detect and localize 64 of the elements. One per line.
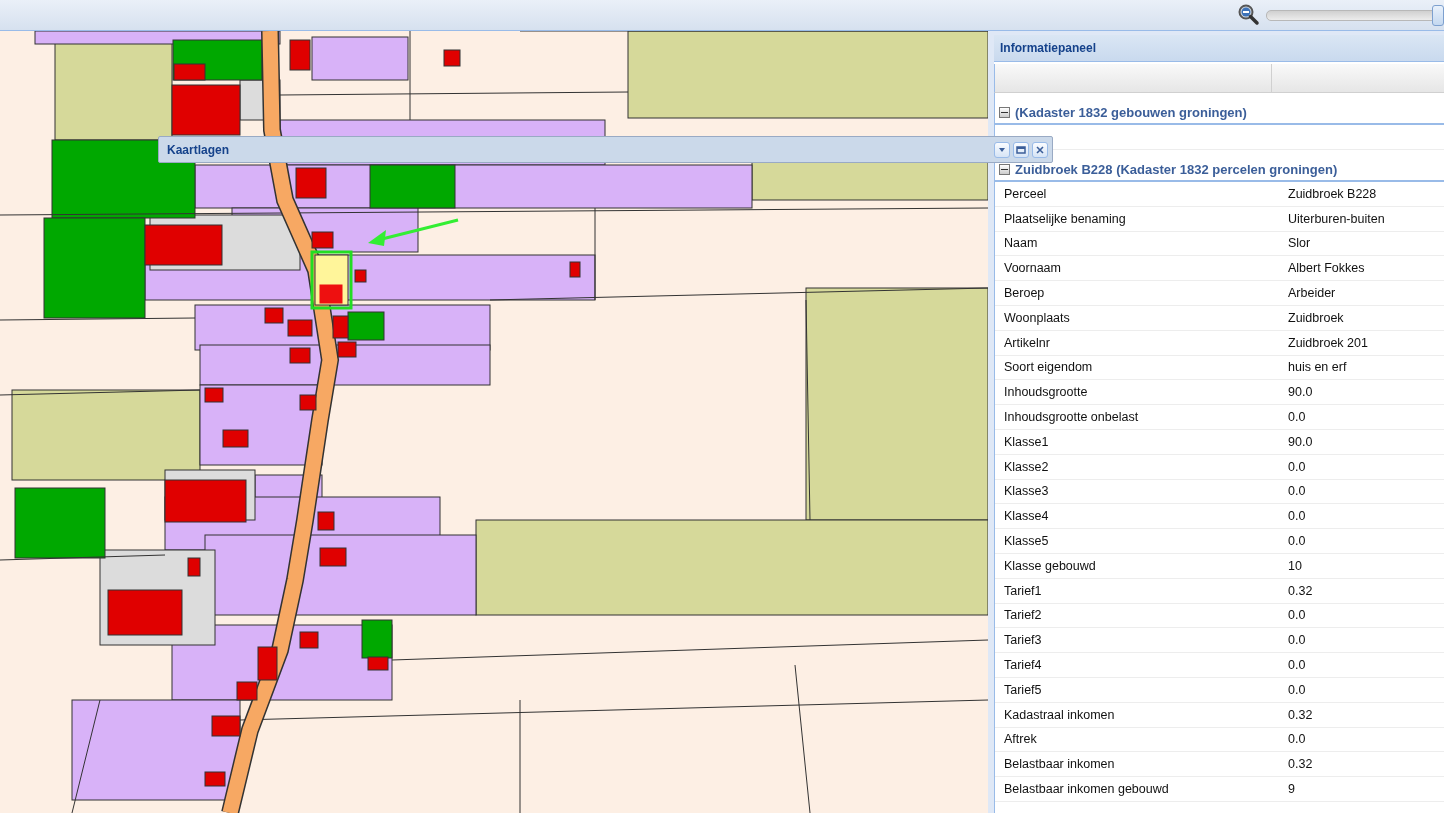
field-value: 0.0 [1287,459,1306,474]
field-label: Tarief1 [1003,583,1043,598]
field-value: 0.0 [1287,484,1306,499]
field-value: Uiterburen-buiten [1287,211,1385,226]
field-value: 0.0 [1287,633,1306,648]
field-label: Klasse2 [1003,459,1050,474]
maximize-icon [1016,144,1026,155]
field-value: 9 [1287,782,1295,796]
field-value: 0.0 [1287,732,1306,747]
group-title: (Kadaster 1832 gebouwen groningen) [1015,104,1247,120]
close-button[interactable] [1032,141,1048,158]
collapse-icon[interactable] [999,163,1010,175]
field-value: huis en erf [1287,360,1347,375]
field-label: Belastbaar inkomen [1003,757,1116,772]
window-title: Kaartlagen [167,142,231,157]
field-label: Plaatselijke benaming [1003,211,1127,226]
field-label: Tarief2 [1003,608,1043,623]
field-value: 0.32 [1287,583,1313,598]
field-label: Beroep [1003,286,1046,301]
field-value: 0.0 [1287,410,1306,425]
field-label: Klasse1 [1003,434,1050,449]
field-value: Arbeider [1287,286,1336,301]
field-value: Zuidbroek 201 [1287,335,1368,350]
field-label: Inhoudsgrootte onbelast [1003,410,1140,425]
slider-thumb[interactable] [1432,4,1444,26]
field-value: 0.32 [1287,757,1313,772]
field-value: 90.0 [1287,434,1313,449]
field-value: 0.32 [1287,707,1313,722]
field-value: Slor [1287,236,1311,251]
field-label: Naam [1003,236,1039,251]
panel-title: Informatiepaneel [994,35,1444,62]
field-label: Tarief3 [1003,633,1043,648]
field-label: Tarief5 [1003,682,1043,697]
field-value: Zuidbroek B228 [1287,186,1377,201]
field-label: Perceel [1003,186,1048,201]
field-label: Klasse4 [1003,509,1050,524]
zoom-slider[interactable] [1266,4,1444,26]
field-label: Klasse3 [1003,484,1050,499]
field-label: Woonplaats [1003,310,1071,325]
field-value: 0.0 [1287,534,1306,549]
field-label: Inhoudsgrootte [1003,385,1089,400]
close-icon [1035,144,1045,155]
field-label: Tarief4 [1003,658,1043,673]
field-value: 0.0 [1287,658,1306,673]
field-value: 90.0 [1287,385,1313,400]
field-label: Belastbaar inkomen gebouwd [1003,782,1170,796]
collapse-button[interactable] [994,141,1010,158]
group-title: Zuidbroek B228 (Kadaster 1832 percelen groningen) [1015,161,1338,177]
zoom-out-icon[interactable] [1238,4,1260,26]
field-value: 0.0 [1287,682,1306,697]
field-label: Kadastraal inkomen [1003,707,1116,722]
field-value: 0.0 [1287,608,1306,623]
field-value: 10 [1287,558,1302,573]
field-label: Soort eigendom [1003,360,1094,375]
field-label: Klasse5 [1003,534,1050,549]
field-label: Artikelnr [1003,335,1051,350]
field-label: Klasse gebouwd [1003,558,1097,573]
maximize-button[interactable] [1013,141,1029,158]
field-label: Aftrek [1003,732,1038,747]
field-label: Voornaam [1003,261,1062,276]
collapse-icon[interactable] [999,106,1010,118]
field-value: 0.0 [1287,509,1306,524]
field-value: Zuidbroek [1287,310,1344,325]
field-value: Albert Fokkes [1287,261,1365,276]
